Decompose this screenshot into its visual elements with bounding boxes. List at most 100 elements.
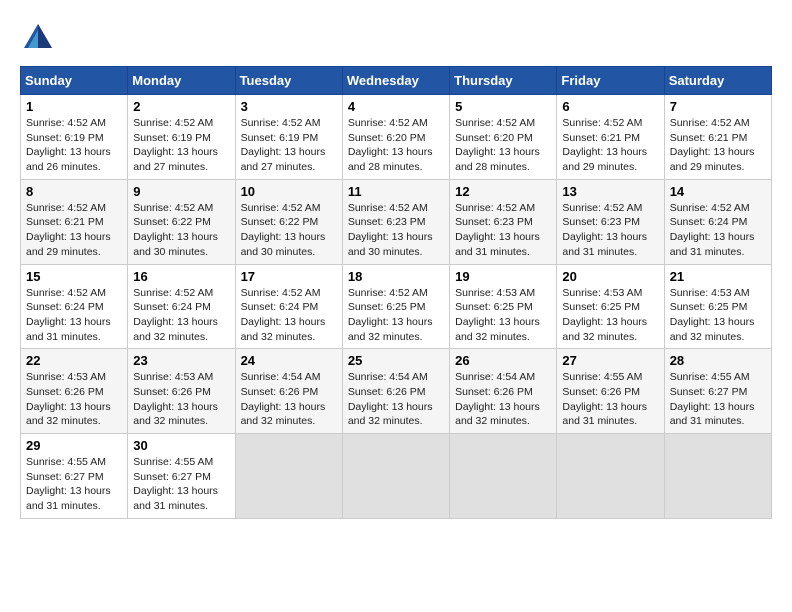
logo-icon <box>20 20 56 56</box>
day-info: Sunrise: 4:53 AMSunset: 6:25 PMDaylight:… <box>562 287 647 343</box>
header-row: SundayMondayTuesdayWednesdayThursdayFrid… <box>21 67 772 95</box>
calendar-cell: 9 Sunrise: 4:52 AMSunset: 6:22 PMDayligh… <box>128 179 235 264</box>
column-header-saturday: Saturday <box>664 67 771 95</box>
calendar-cell <box>342 434 449 519</box>
day-number: 14 <box>670 184 766 199</box>
column-header-wednesday: Wednesday <box>342 67 449 95</box>
calendar-cell: 23 Sunrise: 4:53 AMSunset: 6:26 PMDaylig… <box>128 349 235 434</box>
day-info: Sunrise: 4:53 AMSunset: 6:25 PMDaylight:… <box>455 287 540 343</box>
day-info: Sunrise: 4:52 AMSunset: 6:24 PMDaylight:… <box>26 287 111 343</box>
day-number: 25 <box>348 353 444 368</box>
column-header-tuesday: Tuesday <box>235 67 342 95</box>
calendar-cell: 21 Sunrise: 4:53 AMSunset: 6:25 PMDaylig… <box>664 264 771 349</box>
calendar-cell: 16 Sunrise: 4:52 AMSunset: 6:24 PMDaylig… <box>128 264 235 349</box>
day-number: 9 <box>133 184 229 199</box>
column-header-monday: Monday <box>128 67 235 95</box>
calendar-week-2: 8 Sunrise: 4:52 AMSunset: 6:21 PMDayligh… <box>21 179 772 264</box>
day-number: 7 <box>670 99 766 114</box>
calendar-cell: 26 Sunrise: 4:54 AMSunset: 6:26 PMDaylig… <box>450 349 557 434</box>
day-number: 28 <box>670 353 766 368</box>
day-info: Sunrise: 4:52 AMSunset: 6:24 PMDaylight:… <box>133 287 218 343</box>
day-info: Sunrise: 4:52 AMSunset: 6:25 PMDaylight:… <box>348 287 433 343</box>
day-info: Sunrise: 4:52 AMSunset: 6:21 PMDaylight:… <box>670 117 755 173</box>
calendar-week-1: 1 Sunrise: 4:52 AMSunset: 6:19 PMDayligh… <box>21 95 772 180</box>
calendar-cell: 10 Sunrise: 4:52 AMSunset: 6:22 PMDaylig… <box>235 179 342 264</box>
calendar-cell: 14 Sunrise: 4:52 AMSunset: 6:24 PMDaylig… <box>664 179 771 264</box>
day-number: 27 <box>562 353 658 368</box>
day-info: Sunrise: 4:54 AMSunset: 6:26 PMDaylight:… <box>455 371 540 427</box>
calendar-cell: 22 Sunrise: 4:53 AMSunset: 6:26 PMDaylig… <box>21 349 128 434</box>
day-number: 20 <box>562 269 658 284</box>
day-number: 24 <box>241 353 337 368</box>
day-info: Sunrise: 4:55 AMSunset: 6:27 PMDaylight:… <box>26 456 111 512</box>
column-header-friday: Friday <box>557 67 664 95</box>
calendar-body: 1 Sunrise: 4:52 AMSunset: 6:19 PMDayligh… <box>21 95 772 519</box>
day-number: 5 <box>455 99 551 114</box>
calendar-cell: 17 Sunrise: 4:52 AMSunset: 6:24 PMDaylig… <box>235 264 342 349</box>
calendar-cell: 28 Sunrise: 4:55 AMSunset: 6:27 PMDaylig… <box>664 349 771 434</box>
day-info: Sunrise: 4:52 AMSunset: 6:23 PMDaylight:… <box>348 202 433 258</box>
calendar-table: SundayMondayTuesdayWednesdayThursdayFrid… <box>20 66 772 519</box>
calendar-cell: 4 Sunrise: 4:52 AMSunset: 6:20 PMDayligh… <box>342 95 449 180</box>
day-info: Sunrise: 4:52 AMSunset: 6:19 PMDaylight:… <box>26 117 111 173</box>
calendar-cell: 30 Sunrise: 4:55 AMSunset: 6:27 PMDaylig… <box>128 434 235 519</box>
calendar-cell: 19 Sunrise: 4:53 AMSunset: 6:25 PMDaylig… <box>450 264 557 349</box>
calendar-cell: 15 Sunrise: 4:52 AMSunset: 6:24 PMDaylig… <box>21 264 128 349</box>
day-number: 1 <box>26 99 122 114</box>
day-number: 29 <box>26 438 122 453</box>
day-info: Sunrise: 4:52 AMSunset: 6:23 PMDaylight:… <box>562 202 647 258</box>
day-info: Sunrise: 4:55 AMSunset: 6:27 PMDaylight:… <box>133 456 218 512</box>
day-info: Sunrise: 4:52 AMSunset: 6:20 PMDaylight:… <box>348 117 433 173</box>
day-info: Sunrise: 4:53 AMSunset: 6:25 PMDaylight:… <box>670 287 755 343</box>
logo <box>20 20 62 56</box>
calendar-cell <box>557 434 664 519</box>
day-number: 19 <box>455 269 551 284</box>
day-number: 4 <box>348 99 444 114</box>
day-info: Sunrise: 4:52 AMSunset: 6:24 PMDaylight:… <box>241 287 326 343</box>
day-number: 3 <box>241 99 337 114</box>
calendar-week-4: 22 Sunrise: 4:53 AMSunset: 6:26 PMDaylig… <box>21 349 772 434</box>
calendar-cell: 29 Sunrise: 4:55 AMSunset: 6:27 PMDaylig… <box>21 434 128 519</box>
day-number: 23 <box>133 353 229 368</box>
calendar-cell: 18 Sunrise: 4:52 AMSunset: 6:25 PMDaylig… <box>342 264 449 349</box>
day-info: Sunrise: 4:52 AMSunset: 6:23 PMDaylight:… <box>455 202 540 258</box>
calendar-cell: 8 Sunrise: 4:52 AMSunset: 6:21 PMDayligh… <box>21 179 128 264</box>
day-info: Sunrise: 4:52 AMSunset: 6:19 PMDaylight:… <box>133 117 218 173</box>
calendar-cell: 12 Sunrise: 4:52 AMSunset: 6:23 PMDaylig… <box>450 179 557 264</box>
calendar-cell: 25 Sunrise: 4:54 AMSunset: 6:26 PMDaylig… <box>342 349 449 434</box>
day-number: 13 <box>562 184 658 199</box>
day-number: 18 <box>348 269 444 284</box>
column-header-sunday: Sunday <box>21 67 128 95</box>
day-info: Sunrise: 4:52 AMSunset: 6:19 PMDaylight:… <box>241 117 326 173</box>
day-info: Sunrise: 4:54 AMSunset: 6:26 PMDaylight:… <box>348 371 433 427</box>
day-info: Sunrise: 4:52 AMSunset: 6:22 PMDaylight:… <box>241 202 326 258</box>
day-number: 26 <box>455 353 551 368</box>
calendar-header: SundayMondayTuesdayWednesdayThursdayFrid… <box>21 67 772 95</box>
day-number: 2 <box>133 99 229 114</box>
calendar-cell: 1 Sunrise: 4:52 AMSunset: 6:19 PMDayligh… <box>21 95 128 180</box>
day-info: Sunrise: 4:52 AMSunset: 6:22 PMDaylight:… <box>133 202 218 258</box>
day-number: 15 <box>26 269 122 284</box>
calendar-cell: 24 Sunrise: 4:54 AMSunset: 6:26 PMDaylig… <box>235 349 342 434</box>
calendar-cell <box>235 434 342 519</box>
calendar-cell <box>664 434 771 519</box>
calendar-cell: 6 Sunrise: 4:52 AMSunset: 6:21 PMDayligh… <box>557 95 664 180</box>
calendar-cell: 11 Sunrise: 4:52 AMSunset: 6:23 PMDaylig… <box>342 179 449 264</box>
day-info: Sunrise: 4:52 AMSunset: 6:21 PMDaylight:… <box>26 202 111 258</box>
day-number: 8 <box>26 184 122 199</box>
day-number: 12 <box>455 184 551 199</box>
calendar-cell: 7 Sunrise: 4:52 AMSunset: 6:21 PMDayligh… <box>664 95 771 180</box>
day-info: Sunrise: 4:52 AMSunset: 6:20 PMDaylight:… <box>455 117 540 173</box>
day-info: Sunrise: 4:53 AMSunset: 6:26 PMDaylight:… <box>133 371 218 427</box>
calendar-cell: 20 Sunrise: 4:53 AMSunset: 6:25 PMDaylig… <box>557 264 664 349</box>
day-info: Sunrise: 4:55 AMSunset: 6:26 PMDaylight:… <box>562 371 647 427</box>
page-header <box>20 20 772 56</box>
day-info: Sunrise: 4:52 AMSunset: 6:21 PMDaylight:… <box>562 117 647 173</box>
day-number: 11 <box>348 184 444 199</box>
calendar-week-5: 29 Sunrise: 4:55 AMSunset: 6:27 PMDaylig… <box>21 434 772 519</box>
day-number: 6 <box>562 99 658 114</box>
day-number: 30 <box>133 438 229 453</box>
day-number: 21 <box>670 269 766 284</box>
calendar-cell <box>450 434 557 519</box>
column-header-thursday: Thursday <box>450 67 557 95</box>
